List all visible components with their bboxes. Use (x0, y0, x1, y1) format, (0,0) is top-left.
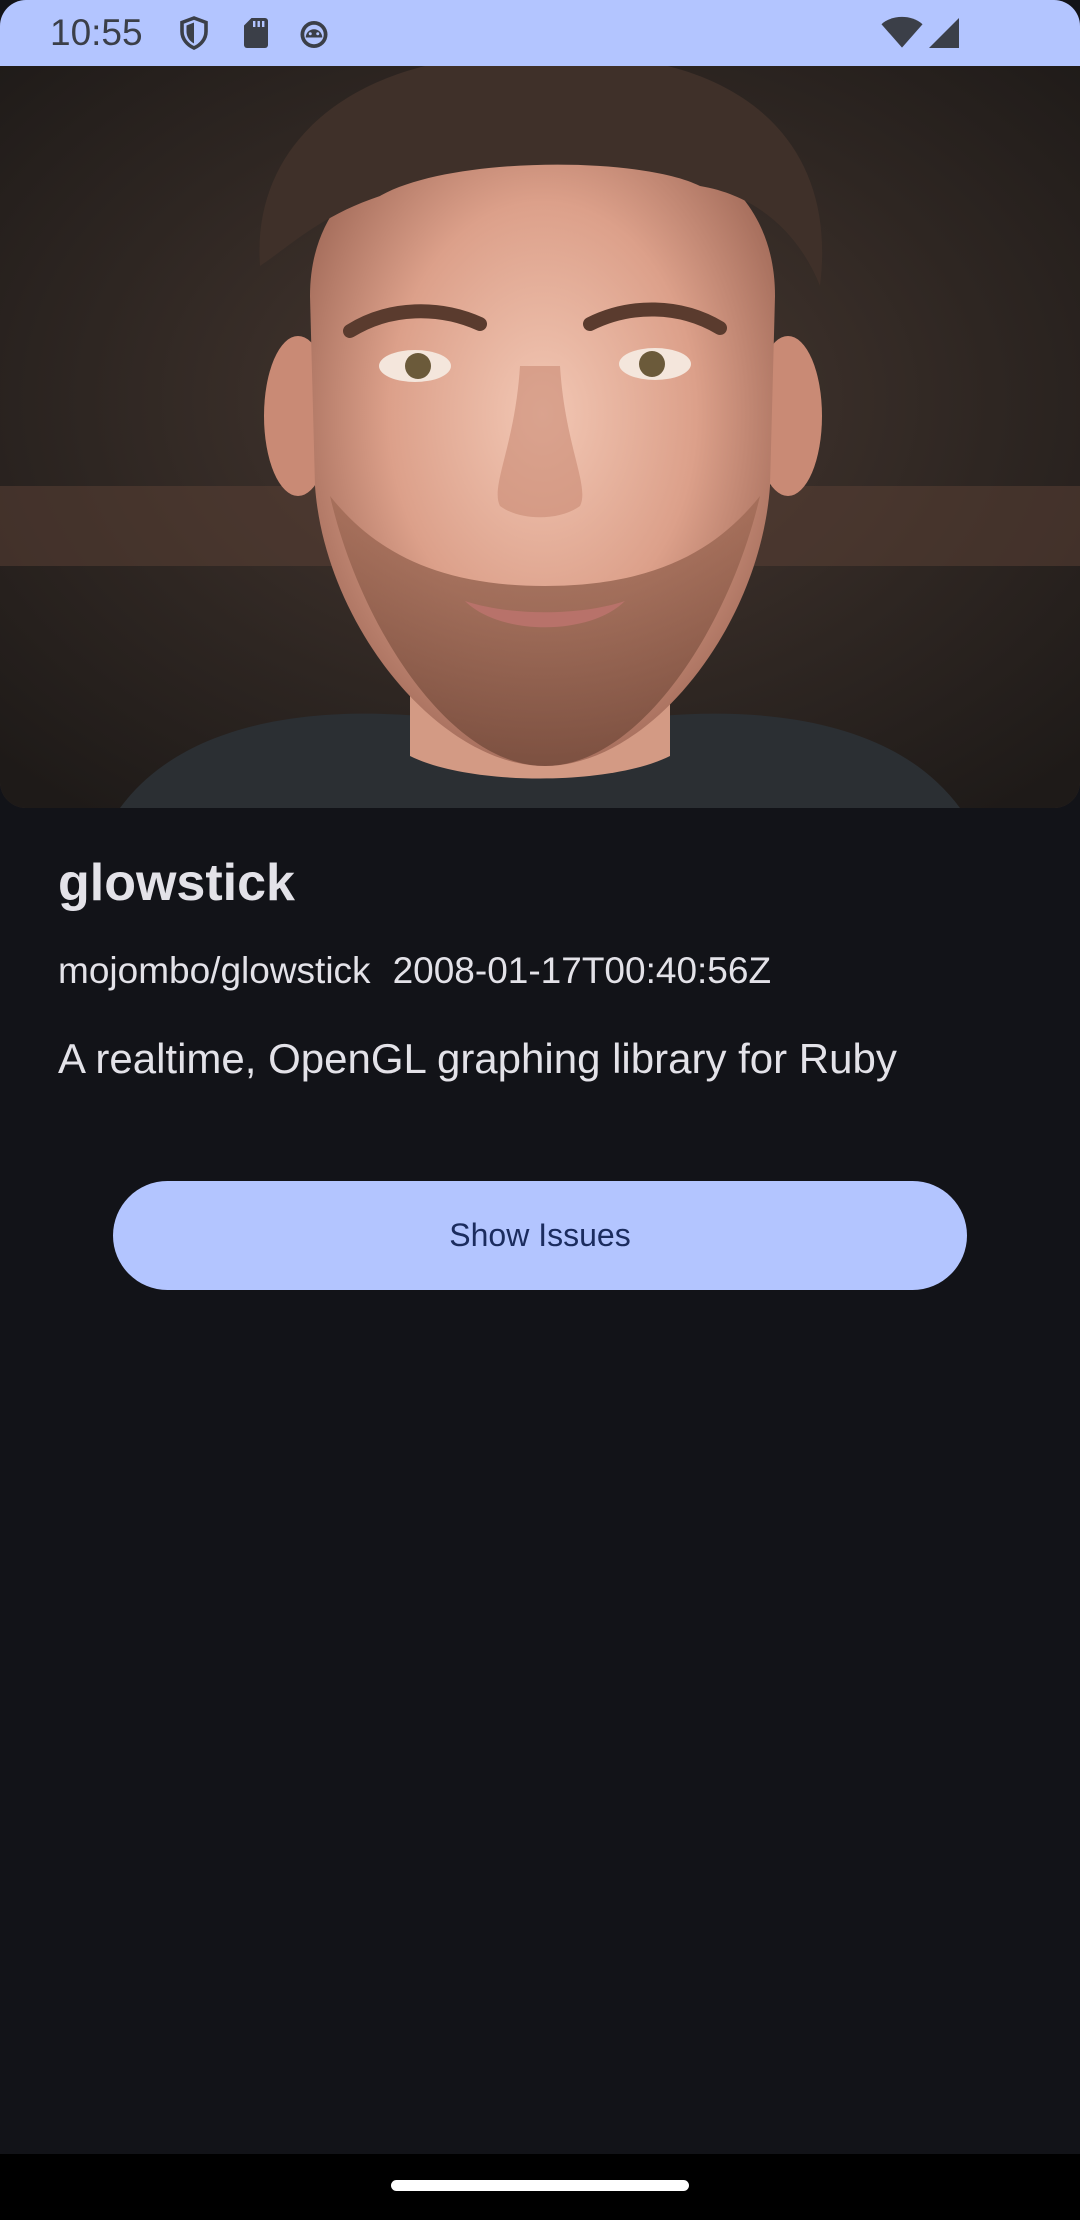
status-time: 10:55 (50, 12, 143, 53)
repo-detail-screen: 10:55 glowstick mojombo/glowstick 2008-0… (0, 0, 1080, 2220)
status-bar: 10:55 (0, 0, 1080, 66)
sd-card-icon (244, 18, 268, 48)
repo-name: glowstick (58, 854, 295, 912)
show-issues-button[interactable]: Show Issues (113, 1181, 967, 1290)
repo-owner-avatar (0, 66, 1080, 808)
android-icon (300, 21, 328, 48)
repo-created-at: 2008-01-17T00:40:56Z (392, 950, 772, 991)
repo-description: A realtime, OpenGL graphing library for … (58, 1035, 897, 1082)
shield-icon (180, 16, 208, 50)
wifi-icon (881, 16, 923, 48)
avatar-photo-image (0, 66, 1080, 808)
cellular-signal-icon (929, 18, 959, 48)
repo-full-name: mojombo/glowstick (58, 950, 371, 991)
home-gesture-handle[interactable] (391, 2180, 689, 2191)
repo-meta-row: mojombo/glowstick 2008-01-17T00:40:56Z (58, 948, 771, 994)
